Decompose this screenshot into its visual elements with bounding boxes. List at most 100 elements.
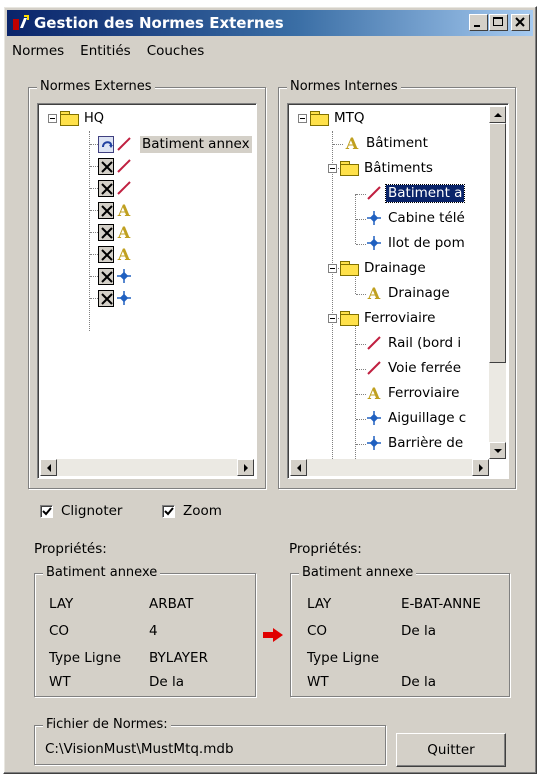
collapse-icon[interactable] xyxy=(298,113,307,123)
tree-node-label: Aiguillage c xyxy=(388,409,467,426)
scroll-down-button[interactable] xyxy=(489,442,506,459)
prop-value: E-BAT-ANNE xyxy=(401,596,481,612)
zoom-checkbox-box[interactable] xyxy=(162,504,175,518)
external-norms-group: Normes Externes HQ Batiment annex A A A xyxy=(28,79,266,489)
internal-norms-tree[interactable]: MTQ A Bâtiment Bâtiments Batiment a Cabi xyxy=(287,103,509,479)
prop-key: Type Ligne xyxy=(307,650,380,666)
external-norms-tree[interactable]: HQ Batiment annex A A A xyxy=(37,103,257,479)
prop-value: 4 xyxy=(149,623,158,639)
scroll-right-button[interactable] xyxy=(237,459,254,476)
tree-node-label: Barrière de xyxy=(388,434,464,451)
tree-node-unmapped[interactable]: A xyxy=(98,244,132,264)
line-icon xyxy=(117,159,131,173)
tree-node-cabine[interactable]: Cabine télé xyxy=(366,208,467,228)
prop-value: De la xyxy=(401,623,437,639)
folder-icon xyxy=(340,261,359,276)
tree-node-drainage[interactable]: A Drainage xyxy=(366,283,452,303)
internal-norms-legend: Normes Internes xyxy=(287,79,401,94)
collapse-icon[interactable] xyxy=(328,263,337,273)
file-path: C:\VisionMust\MustMtq.mdb xyxy=(45,741,234,757)
folder-icon xyxy=(340,161,359,176)
tree-node-batiment-annexe[interactable]: Batiment annex xyxy=(98,134,252,154)
tree-node-ilot[interactable]: Ilot de pom xyxy=(366,233,467,253)
properties-left-legend: Batiment annexe xyxy=(43,565,161,580)
point-icon xyxy=(367,411,381,425)
collapse-icon[interactable] xyxy=(48,113,57,123)
tree-node-drainage-folder[interactable]: Drainage xyxy=(328,258,428,278)
prop-key: WT xyxy=(307,674,329,690)
scroll-left-button[interactable] xyxy=(40,459,57,476)
tree-node-ferroviaire[interactable]: A Ferroviaire xyxy=(366,383,461,403)
text-style-icon: A xyxy=(345,133,359,153)
unmapped-icon xyxy=(98,267,114,285)
prop-value: De la xyxy=(149,674,185,690)
menu-entities[interactable]: Entitiés xyxy=(78,41,133,61)
tree-node-batiment[interactable]: A Bâtiment xyxy=(344,133,430,153)
prop-key: LAY xyxy=(49,596,74,612)
tree-node-voie[interactable]: Voie ferrée xyxy=(366,358,463,378)
scroll-right-button[interactable] xyxy=(472,459,489,476)
prop-value: De la xyxy=(401,674,437,690)
zoom-checkbox[interactable]: Zoom xyxy=(162,503,222,519)
properties-right-group: Batiment annexe LAY E-BAT-ANNE CO De la … xyxy=(290,565,510,697)
tree-node-unmapped[interactable] xyxy=(98,178,132,198)
line-icon xyxy=(367,186,381,200)
blink-checkbox-box[interactable] xyxy=(40,504,53,518)
tree-node-unmapped[interactable]: A xyxy=(98,222,132,242)
unmapped-icon xyxy=(98,223,114,241)
point-icon xyxy=(367,436,381,450)
unmapped-icon xyxy=(98,289,114,307)
text-style-icon: A xyxy=(117,200,131,220)
unmapped-icon xyxy=(98,201,114,219)
line-icon xyxy=(367,336,381,350)
folder-icon xyxy=(60,111,79,126)
blink-checkbox[interactable]: Clignoter xyxy=(40,503,122,519)
tree-node-label: Bâtiments xyxy=(364,159,433,176)
tree-node-unmapped[interactable] xyxy=(98,266,132,286)
tree-node-label: Bâtiment xyxy=(366,134,428,151)
maximize-button[interactable] xyxy=(489,14,508,31)
tree-node-batiments[interactable]: Bâtiments xyxy=(328,158,435,178)
title-bar[interactable]: Gestion des Normes Externes xyxy=(7,10,533,36)
tree-node-hq[interactable]: HQ xyxy=(48,108,106,128)
zoom-label: Zoom xyxy=(183,503,222,519)
tree-node-barriere[interactable]: Barrière de xyxy=(366,433,465,453)
point-icon xyxy=(117,269,131,283)
collapse-icon[interactable] xyxy=(328,163,337,173)
prop-key: CO xyxy=(49,623,70,639)
vertical-scrollbar[interactable] xyxy=(489,106,506,459)
close-button[interactable] xyxy=(511,14,530,31)
quit-button[interactable]: Quitter xyxy=(396,733,506,767)
tree-node-unmapped[interactable] xyxy=(98,156,132,176)
tree-node-label: Drainage xyxy=(388,284,450,301)
properties-left-group: Batiment annexe LAY ARBAT CO 4 Type Lign… xyxy=(34,565,256,697)
tree-node-ferroviaire-folder[interactable]: Ferroviaire xyxy=(328,308,437,328)
tree-node-aiguillage[interactable]: Aiguillage c xyxy=(366,408,468,428)
scroll-thumb[interactable] xyxy=(489,123,506,363)
minimize-button[interactable] xyxy=(469,14,488,31)
tree-node-unmapped[interactable]: A xyxy=(98,200,132,220)
horizontal-scrollbar[interactable] xyxy=(40,459,254,476)
scroll-up-button[interactable] xyxy=(489,106,506,123)
file-group: Fichier de Normes: C:\VisionMust\MustMtq… xyxy=(34,717,386,765)
scroll-left-button[interactable] xyxy=(290,459,307,476)
folder-icon xyxy=(340,311,359,326)
tree-node-batiment-a[interactable]: Batiment a xyxy=(366,183,466,203)
collapse-icon[interactable] xyxy=(328,313,337,323)
tree-node-label: Cabine télé xyxy=(388,209,465,226)
tree-node-label: Drainage xyxy=(364,259,426,276)
tree-node-label: Batiment a xyxy=(384,183,466,203)
point-icon xyxy=(367,236,381,250)
tree-node-label: Voie ferrée xyxy=(388,359,462,376)
horizontal-scrollbar[interactable] xyxy=(290,459,489,476)
tree-node-rail[interactable]: Rail (bord i xyxy=(366,333,463,353)
app-icon xyxy=(12,14,30,32)
menu-bar: Normes Entitiés Couches xyxy=(10,41,206,61)
menu-couches[interactable]: Couches xyxy=(145,41,207,61)
tree-node-unmapped[interactable] xyxy=(98,288,132,308)
tree-node-mtq[interactable]: MTQ xyxy=(298,108,367,128)
unmapped-icon xyxy=(98,157,114,175)
menu-normes[interactable]: Normes xyxy=(10,41,66,61)
line-icon xyxy=(117,181,131,195)
transfer-arrow-icon xyxy=(261,627,285,643)
